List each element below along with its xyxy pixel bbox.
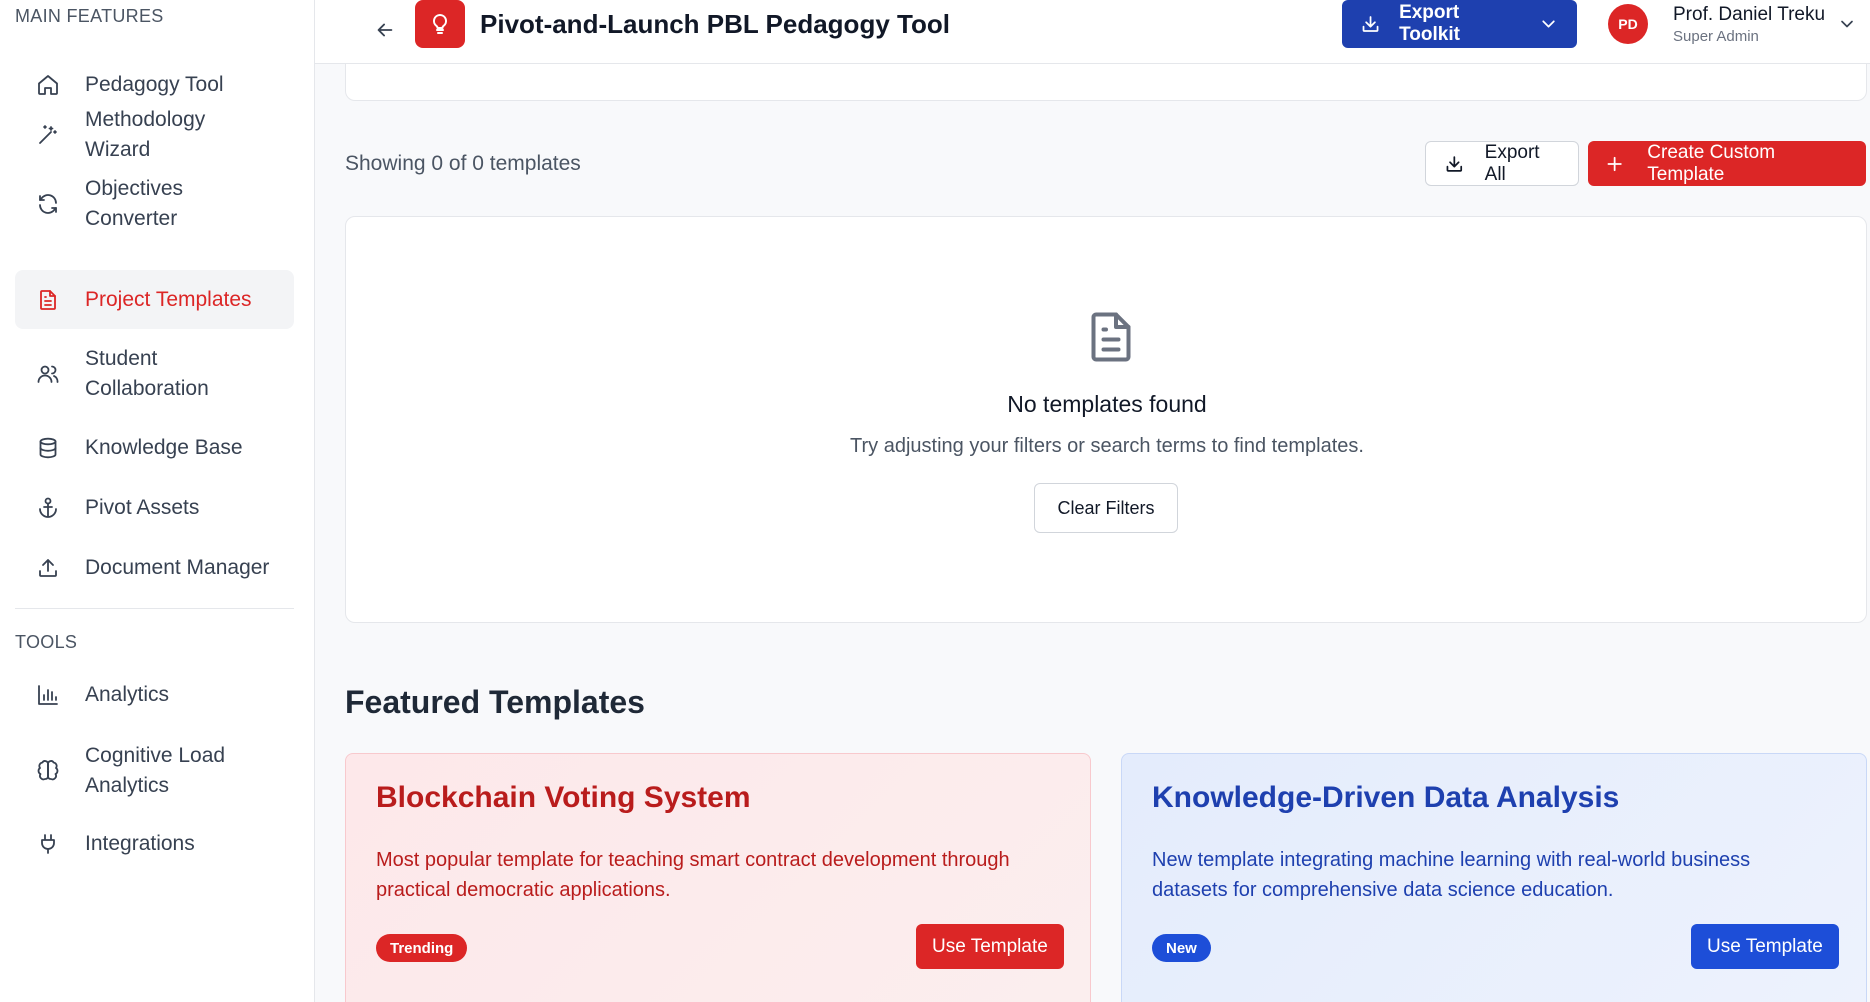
sidebar-item-project-templates[interactable]: Project Templates	[15, 270, 294, 329]
template-card-knowledge-driven-data-analysis: Knowledge-Driven Data Analysis New templ…	[1121, 753, 1867, 1002]
sidebar-item-label: Analytics	[85, 683, 170, 706]
template-title: Blockchain Voting System	[376, 781, 751, 814]
sidebar-item-objectives-converter[interactable]: Objectives Converter	[15, 160, 294, 248]
refresh-icon	[35, 191, 61, 217]
sidebar-item-label: Cognitive Load Analytics	[85, 744, 226, 797]
sidebar-item-knowledge-base[interactable]: Knowledge Base	[15, 423, 294, 473]
app-logo	[415, 0, 465, 48]
clear-filters-button[interactable]: Clear Filters	[1034, 483, 1178, 533]
users-icon	[35, 361, 61, 387]
back-button[interactable]	[367, 12, 403, 48]
sidebar-item-label: Pivot Assets	[85, 496, 200, 519]
tools-label: TOOLS	[15, 632, 78, 652]
export-all-label: Export All	[1484, 141, 1540, 185]
database-icon	[35, 435, 61, 461]
template-description: New template integrating machine learnin…	[1152, 849, 1751, 901]
export-all-button[interactable]: Export All	[1425, 141, 1579, 186]
export-toolkit-label: Export Toolkit	[1399, 2, 1460, 45]
sidebar-item-integrations[interactable]: Integrations	[15, 819, 294, 869]
export-toolkit-button[interactable]: Export Toolkit	[1342, 0, 1577, 48]
template-card-blockchain-voting: Blockchain Voting System Most popular te…	[345, 753, 1091, 1002]
featured-templates-heading: Featured Templates	[345, 684, 645, 720]
chevron-down-icon	[1542, 20, 1555, 28]
magic-wand-icon	[35, 122, 61, 148]
anchor-icon	[35, 495, 61, 521]
plug-icon	[35, 831, 61, 857]
sidebar-item-document-manager[interactable]: Document Manager	[15, 543, 294, 593]
template-title: Knowledge-Driven Data Analysis	[1152, 781, 1620, 814]
top-bar: Pivot-and-Launch PBL Pedagogy Tool Expor…	[315, 0, 1870, 64]
page-title: Pivot-and-Launch PBL Pedagogy Tool	[480, 9, 950, 39]
main-features-label: MAIN FEATURES	[15, 6, 164, 26]
user-name: Prof. Daniel Treku	[1673, 4, 1826, 25]
sidebar-item-pedagogy-tool[interactable]: Pedagogy Tool	[15, 60, 294, 110]
sidebar-item-analytics[interactable]: Analytics	[15, 670, 294, 720]
document-icon	[1081, 307, 1141, 367]
sidebar-item-methodology-wizard[interactable]: Methodology Wizard	[15, 108, 294, 161]
empty-state-title: No templates found	[1007, 391, 1207, 417]
sidebar-item-student-collaboration[interactable]: Student Collaboration	[15, 330, 294, 418]
sidebar-item-cognitive-load-analytics[interactable]: Cognitive Load Analytics	[15, 727, 294, 815]
sidebar-item-label: Objectives Converter	[85, 177, 184, 230]
empty-state-card: No templates found Try adjusting your fi…	[345, 216, 1867, 623]
sidebar-item-label: Document Manager	[85, 556, 270, 579]
brain-icon	[35, 758, 61, 784]
user-menu-chevron-icon[interactable]	[1837, 14, 1859, 36]
sidebar: MAIN FEATURES Pedagogy Tool Methodology …	[0, 0, 315, 1002]
sidebar-item-label: Pedagogy Tool	[85, 73, 224, 96]
upload-icon	[35, 555, 61, 581]
empty-state-description: Try adjusting your filters or search ter…	[850, 435, 1364, 457]
bar-chart-icon	[35, 682, 61, 708]
use-template-button[interactable]: Use Template	[1691, 924, 1839, 969]
sidebar-item-label: Knowledge Base	[85, 436, 243, 459]
plus-icon	[1607, 156, 1622, 171]
new-badge: New	[1152, 934, 1211, 962]
home-icon	[35, 72, 61, 98]
sidebar-divider	[15, 608, 294, 609]
sidebar-item-label: Project Templates	[85, 287, 252, 311]
arrow-left-icon	[377, 23, 393, 37]
download-icon	[1362, 16, 1379, 32]
document-icon	[35, 287, 61, 313]
results-count: Showing 0 of 0 templates	[345, 152, 581, 175]
template-description: Most popular template for teaching smart…	[376, 849, 1010, 901]
sidebar-item-pivot-assets[interactable]: Pivot Assets	[15, 483, 294, 533]
lightbulb-icon	[432, 13, 448, 34]
download-icon	[1446, 155, 1463, 172]
user-role: Super Admin	[1673, 28, 1759, 45]
sidebar-item-label: Integrations	[85, 832, 195, 855]
sidebar-item-label: Methodology Wizard	[85, 108, 206, 161]
sidebar-item-label: Student Collaboration	[85, 347, 209, 400]
create-template-label: Create Custom Template	[1647, 141, 1776, 185]
trending-badge: Trending	[376, 934, 468, 962]
avatar[interactable]: PD	[1608, 4, 1648, 44]
use-template-button[interactable]: Use Template	[916, 924, 1064, 969]
create-custom-template-button[interactable]: Create Custom Template	[1588, 141, 1866, 186]
